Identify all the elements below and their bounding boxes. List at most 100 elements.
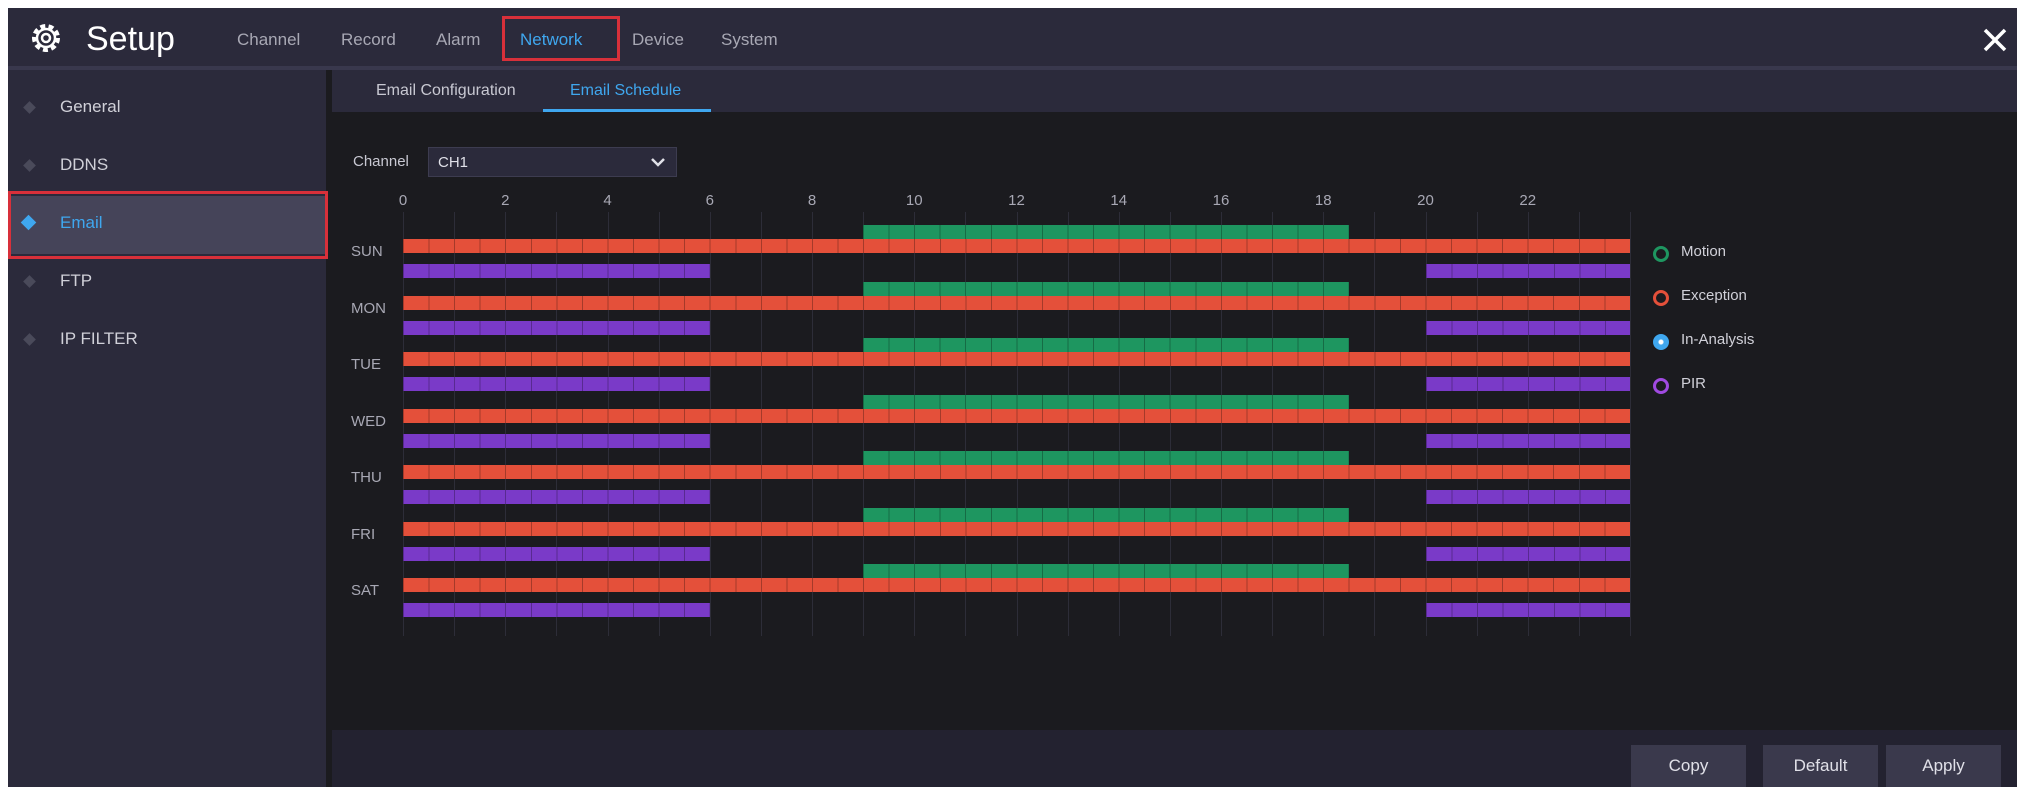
bar-slot-ticks bbox=[403, 320, 710, 335]
motion-schedule-bar[interactable] bbox=[863, 394, 1349, 409]
day-label: TUE bbox=[351, 356, 381, 373]
pir-schedule-bar[interactable] bbox=[403, 546, 710, 561]
tab-channel[interactable]: Channel bbox=[237, 30, 300, 50]
hour-label: 10 bbox=[905, 192, 923, 209]
bar-slot-ticks bbox=[403, 546, 710, 561]
motion-schedule-bar[interactable] bbox=[863, 451, 1349, 465]
active-tab-highlight bbox=[502, 16, 620, 61]
tab-device[interactable]: Device bbox=[632, 30, 684, 50]
channel-label: Channel bbox=[353, 153, 409, 170]
day-label: WED bbox=[351, 412, 386, 430]
pir-schedule-bar[interactable] bbox=[403, 377, 710, 391]
legend-ring-icon bbox=[1653, 378, 1669, 394]
pir-schedule-bar[interactable] bbox=[403, 264, 710, 278]
exception-schedule-bar[interactable] bbox=[403, 578, 1630, 592]
bar-slot-ticks bbox=[403, 521, 1630, 536]
hour-gridline bbox=[812, 212, 813, 636]
hour-label: 2 bbox=[501, 192, 510, 209]
motion-schedule-bar[interactable] bbox=[863, 564, 1349, 578]
app-title: Setup bbox=[86, 20, 175, 58]
sidebar-item-label: DDNS bbox=[60, 155, 109, 174]
bar-slot-ticks bbox=[1425, 264, 1630, 278]
legend-ring-icon bbox=[1653, 334, 1669, 350]
exception-schedule-bar[interactable] bbox=[403, 521, 1630, 536]
apply-button[interactable]: Apply bbox=[1886, 745, 2001, 787]
bar-slot-ticks bbox=[1425, 490, 1630, 504]
pir-schedule-bar[interactable] bbox=[1425, 546, 1630, 561]
diamond-icon bbox=[23, 101, 36, 114]
bar-slot-ticks bbox=[1425, 433, 1630, 448]
bar-slot-ticks bbox=[403, 295, 1630, 310]
bar-slot-ticks bbox=[863, 394, 1349, 409]
exception-schedule-bar[interactable] bbox=[403, 295, 1630, 310]
bar-slot-ticks bbox=[403, 408, 1630, 423]
exception-schedule-bar[interactable] bbox=[403, 352, 1630, 366]
bar-slot-ticks bbox=[863, 281, 1349, 296]
pir-schedule-bar[interactable] bbox=[403, 433, 710, 448]
motion-schedule-bar[interactable] bbox=[863, 507, 1349, 522]
pir-schedule-bar[interactable] bbox=[1425, 377, 1630, 391]
copy-button[interactable]: Copy bbox=[1631, 745, 1746, 787]
hour-label: 14 bbox=[1110, 192, 1128, 209]
sidebar-item-ftp[interactable]: FTP bbox=[8, 254, 326, 312]
bar-slot-ticks bbox=[1425, 546, 1630, 561]
default-button[interactable]: Default bbox=[1763, 745, 1878, 787]
diamond-icon bbox=[23, 159, 36, 172]
sidebar-item-label: IP FILTER bbox=[60, 329, 138, 348]
pir-schedule-bar[interactable] bbox=[403, 490, 710, 504]
legend-label: In-Analysis bbox=[1681, 331, 1755, 348]
pir-schedule-bar[interactable] bbox=[1425, 320, 1630, 335]
hour-gridline bbox=[760, 212, 762, 636]
diamond-icon bbox=[23, 275, 36, 288]
pir-schedule-bar[interactable] bbox=[1425, 433, 1630, 448]
legend-label: Exception bbox=[1681, 287, 1747, 304]
hour-label: 18 bbox=[1314, 192, 1332, 209]
sidebar-item-label: General bbox=[60, 97, 121, 116]
bar-slot-ticks bbox=[403, 239, 1630, 253]
pir-schedule-bar[interactable] bbox=[403, 603, 710, 617]
legend-ring-icon bbox=[1653, 290, 1669, 306]
tab-email-schedule[interactable]: Email Schedule bbox=[570, 82, 681, 100]
active-item-highlight bbox=[8, 191, 328, 259]
sidebar-item-general[interactable]: General bbox=[8, 80, 326, 138]
chevron-down-icon bbox=[651, 158, 665, 167]
gear-icon bbox=[32, 24, 60, 52]
hour-label: 0 bbox=[398, 192, 408, 209]
tab-alarm[interactable]: Alarm bbox=[436, 30, 480, 50]
hour-label: 6 bbox=[705, 192, 714, 209]
bar-slot-ticks bbox=[1425, 377, 1630, 391]
tab-email-configuration[interactable]: Email Configuration bbox=[376, 82, 516, 100]
active-subtab-underline bbox=[543, 109, 711, 112]
diamond-icon bbox=[23, 333, 36, 346]
bar-slot-ticks bbox=[403, 377, 710, 391]
exception-schedule-bar[interactable] bbox=[403, 465, 1630, 479]
tab-system[interactable]: System bbox=[721, 30, 778, 50]
top-bar: Setup Channel Record Alarm Network Devic… bbox=[8, 8, 2017, 70]
pir-schedule-bar[interactable] bbox=[1425, 264, 1630, 278]
hour-label: 4 bbox=[603, 192, 612, 209]
channel-select[interactable]: CH1 bbox=[428, 147, 677, 177]
legend-label: Motion bbox=[1681, 243, 1727, 260]
pir-schedule-bar[interactable] bbox=[403, 320, 710, 335]
hour-label: 8 bbox=[807, 192, 817, 209]
day-label: SUN bbox=[351, 243, 383, 260]
close-icon[interactable] bbox=[1981, 26, 2009, 54]
exception-schedule-bar[interactable] bbox=[403, 408, 1630, 423]
sidebar-item-ip-filter[interactable]: IP FILTER bbox=[8, 312, 326, 370]
bar-slot-ticks bbox=[863, 225, 1349, 239]
bar-slot-ticks bbox=[403, 603, 710, 617]
motion-schedule-bar[interactable] bbox=[863, 225, 1349, 239]
exception-schedule-bar[interactable] bbox=[403, 239, 1630, 253]
pir-schedule-bar[interactable] bbox=[1425, 603, 1630, 617]
day-label: MON bbox=[351, 299, 386, 317]
legend-label: PIR bbox=[1681, 375, 1707, 392]
motion-schedule-bar[interactable] bbox=[863, 338, 1349, 352]
hour-label: 20 bbox=[1417, 192, 1434, 209]
sidebar-item-label: FTP bbox=[60, 271, 93, 290]
sidebar-item-ddns[interactable]: DDNS bbox=[8, 138, 326, 196]
bar-slot-ticks bbox=[403, 490, 710, 504]
bar-slot-ticks bbox=[403, 352, 1630, 366]
tab-record[interactable]: Record bbox=[341, 30, 396, 50]
motion-schedule-bar[interactable] bbox=[863, 281, 1349, 296]
pir-schedule-bar[interactable] bbox=[1425, 490, 1630, 504]
